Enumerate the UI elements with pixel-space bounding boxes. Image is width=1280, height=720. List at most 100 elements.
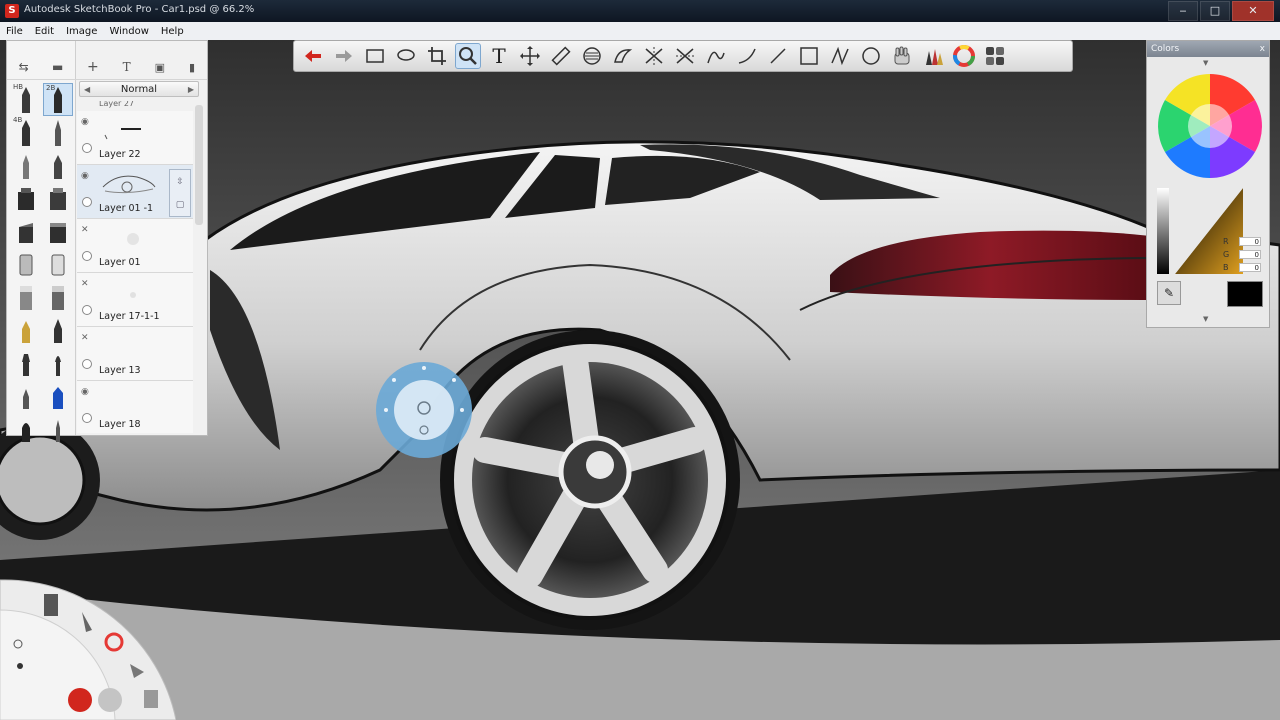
brush-detail[interactable] <box>43 413 73 446</box>
brush-chalk[interactable] <box>11 314 41 347</box>
brush-fill[interactable] <box>43 380 73 413</box>
brush-marker-wide[interactable] <box>43 215 73 248</box>
add-image-icon[interactable]: ▣ <box>155 61 165 74</box>
text-icon[interactable]: T <box>486 43 512 69</box>
brush-blender[interactable] <box>11 413 41 446</box>
layer-radio[interactable] <box>82 143 92 153</box>
collapse-arrow-icon[interactable]: ▼ <box>1203 59 1208 67</box>
layer-item[interactable]: ✕ Layer 17-1-1 <box>77 273 193 327</box>
current-color-swatch[interactable] <box>1227 281 1263 307</box>
layer-scrollbar[interactable] <box>195 105 203 225</box>
layer-radio[interactable] <box>82 359 92 369</box>
blend-prev-icon[interactable]: ◀ <box>84 85 90 94</box>
red-value[interactable]: 0 <box>1239 237 1261 246</box>
layer-radio[interactable] <box>82 413 92 423</box>
minimize-button[interactable]: ‒ <box>1168 1 1198 21</box>
eye-hidden-icon[interactable]: ✕ <box>81 225 89 235</box>
undo-icon[interactable] <box>68 688 92 712</box>
colors-close-button[interactable]: x <box>1260 41 1265 57</box>
undo-icon[interactable] <box>300 43 326 69</box>
zoom-icon[interactable] <box>455 43 481 69</box>
layer-item[interactable]: ✕ Layer 13 <box>77 327 193 381</box>
color-wheel-icon[interactable] <box>951 43 977 69</box>
ellipse-icon[interactable] <box>858 43 884 69</box>
transform-puck[interactable] <box>372 358 476 462</box>
add-text-layer-icon[interactable]: T <box>123 60 131 74</box>
layer-item[interactable]: ◉ Layer 18 <box>77 381 193 433</box>
brush-airbrush[interactable] <box>11 248 41 281</box>
move-icon[interactable] <box>517 43 543 69</box>
layer-menu-icon[interactable]: ⇳ <box>176 177 184 187</box>
brush-palette-icon[interactable] <box>920 43 946 69</box>
crop-icon[interactable] <box>424 43 450 69</box>
maximize-button[interactable]: □ <box>1200 1 1230 21</box>
polyline-icon[interactable] <box>827 43 853 69</box>
stroke-icon[interactable] <box>703 43 729 69</box>
blend-next-icon[interactable]: ▶ <box>188 85 194 94</box>
hand-icon[interactable] <box>889 43 915 69</box>
brush-library-icon[interactable]: ▬ <box>52 60 63 74</box>
brush-fineliner[interactable] <box>43 149 73 182</box>
brush-marker-gray[interactable] <box>43 182 73 215</box>
french-curve-icon[interactable] <box>610 43 636 69</box>
brush-smudge[interactable] <box>11 380 41 413</box>
brush-ballpoint[interactable] <box>11 149 41 182</box>
eye-hidden-icon[interactable]: ✕ <box>81 333 89 343</box>
layer-item[interactable]: ✕ Layer 01 <box>77 219 193 273</box>
ellipse-guide-icon[interactable] <box>579 43 605 69</box>
saturation-value-picker[interactable] <box>1155 186 1245 276</box>
line-icon[interactable] <box>765 43 791 69</box>
eye-hidden-icon[interactable]: ✕ <box>81 279 89 289</box>
ruler-icon[interactable] <box>548 43 574 69</box>
brush-pen[interactable] <box>43 116 73 149</box>
lasso-icon[interactable] <box>393 43 419 69</box>
eye-icon[interactable]: ◉ <box>81 387 89 397</box>
color-wheel[interactable] <box>1155 71 1265 181</box>
expand-arrow-icon[interactable]: ▼ <box>1203 315 1208 323</box>
menu-file[interactable]: File <box>0 26 29 37</box>
redo-icon[interactable] <box>331 43 357 69</box>
symmetry-y-icon[interactable] <box>672 43 698 69</box>
eye-icon[interactable]: ◉ <box>81 117 89 127</box>
rectangle-icon[interactable] <box>796 43 822 69</box>
trash-icon[interactable]: ▮ <box>189 61 195 74</box>
layer-radio[interactable] <box>82 251 92 261</box>
brush-icon[interactable] <box>44 594 58 616</box>
swatches-icon[interactable] <box>982 43 1008 69</box>
brush-marker-dark[interactable] <box>11 182 41 215</box>
eye-icon[interactable]: ◉ <box>81 171 89 181</box>
brush-ink[interactable] <box>43 314 73 347</box>
brush-marker-chisel[interactable] <box>11 215 41 248</box>
blend-mode-selector[interactable]: ◀ Normal ▶ <box>79 81 199 97</box>
menu-image[interactable]: Image <box>60 26 103 37</box>
green-value[interactable]: 0 <box>1239 250 1261 259</box>
layer-item[interactable]: ◉ Layer 22 <box>77 111 193 165</box>
rect-select-icon[interactable] <box>362 43 388 69</box>
close-button[interactable]: ✕ <box>1232 1 1274 21</box>
brush-paint-flat[interactable] <box>11 347 41 380</box>
brush-eraser-soft[interactable] <box>43 281 73 314</box>
dot-icon[interactable] <box>17 663 23 669</box>
brush-pencil-2b[interactable]: 2B <box>43 83 73 116</box>
layer-list[interactable]: Layer 27 ◉ Layer 22 ◉ Layer 01 -1 ✕ Laye… <box>77 101 193 433</box>
brush-spray[interactable] <box>43 248 73 281</box>
symmetry-x-icon[interactable] <box>641 43 667 69</box>
lock-icon[interactable]: ▢ <box>176 200 185 210</box>
lagoon-radial-menu[interactable] <box>0 578 176 720</box>
brush-pencil-4b[interactable]: 4B <box>11 116 41 149</box>
layer-radio[interactable] <box>82 305 92 315</box>
add-layer-icon[interactable]: + <box>87 59 99 75</box>
blue-value[interactable]: 0 <box>1239 263 1261 272</box>
layer-icon[interactable] <box>144 690 158 708</box>
layer-options[interactable]: ⇳ ▢ <box>169 169 191 217</box>
menu-edit[interactable]: Edit <box>29 26 60 37</box>
brush-eraser-hard[interactable] <box>11 281 41 314</box>
redo-icon[interactable] <box>98 688 122 712</box>
menu-help[interactable]: Help <box>155 26 190 37</box>
eyedropper-icon[interactable]: ✎ <box>1157 281 1181 305</box>
brush-paint-round[interactable] <box>43 347 73 380</box>
swap-icon[interactable]: ⇆ <box>19 60 29 74</box>
layer-radio[interactable] <box>82 197 92 207</box>
brush-pencil-hb[interactable]: HB <box>11 83 41 116</box>
curve-icon[interactable] <box>734 43 760 69</box>
